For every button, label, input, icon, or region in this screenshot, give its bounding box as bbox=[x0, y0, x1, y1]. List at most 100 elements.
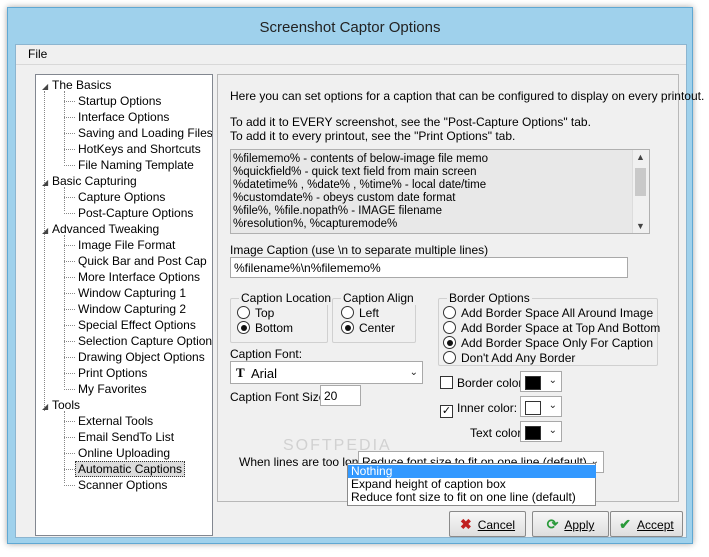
note-post-capture: To add it to EVERY screenshot, see the "… bbox=[230, 115, 591, 129]
tree-item[interactable]: Post-Capture Options bbox=[64, 205, 193, 221]
tree-item[interactable]: Saving and Loading Files bbox=[64, 125, 212, 141]
menu-file[interactable]: File bbox=[28, 47, 47, 61]
tree-item[interactable]: Startup Options bbox=[64, 93, 161, 109]
radio-circle bbox=[443, 306, 456, 319]
window-title: Screenshot Captor Options bbox=[259, 19, 441, 36]
tree-item[interactable]: Quick Bar and Post Cap bbox=[64, 253, 207, 269]
radio-circle bbox=[237, 321, 250, 334]
radio-center[interactable]: Center bbox=[341, 321, 395, 336]
tree-item[interactable]: Image File Format bbox=[64, 237, 175, 253]
radio-border-all-around[interactable]: Add Border Space All Around Image bbox=[443, 306, 653, 321]
scroll-thumb[interactable] bbox=[635, 168, 646, 196]
tree-category[interactable]: ◢ The Basics bbox=[42, 77, 111, 93]
tree-item[interactable]: Scanner Options bbox=[64, 477, 167, 493]
tree-item[interactable]: Window Capturing 1 bbox=[64, 285, 186, 301]
cancel-button[interactable]: ✖ Cancel bbox=[449, 511, 526, 537]
inner-color-swatch bbox=[525, 401, 541, 415]
tree-item[interactable]: Drawing Object Options bbox=[64, 349, 205, 365]
scroll-up-icon[interactable]: ▲ bbox=[636, 152, 645, 162]
refresh-icon: ⟳ bbox=[546, 516, 559, 532]
radio-bottom[interactable]: Bottom bbox=[237, 321, 293, 336]
chevron-down-icon[interactable]: ⌄ bbox=[549, 375, 557, 386]
collapse-arrow-icon[interactable]: ◢ bbox=[42, 79, 52, 95]
caption-align-title: Caption Align bbox=[341, 291, 416, 305]
tree-item-selected[interactable]: Automatic Captions bbox=[64, 461, 186, 477]
tree-item[interactable]: Window Capturing 2 bbox=[64, 301, 186, 317]
tree-item[interactable]: Special Effect Options bbox=[64, 317, 196, 333]
caption-font-label: Caption Font: bbox=[230, 347, 303, 361]
chevron-down-icon[interactable]: ⌄ bbox=[410, 367, 418, 378]
collapse-arrow-icon[interactable]: ◢ bbox=[42, 175, 52, 191]
tree-branch-line bbox=[64, 187, 65, 211]
checkbox-box bbox=[440, 376, 453, 389]
scroll-down-icon[interactable]: ▼ bbox=[636, 221, 645, 231]
tree-category[interactable]: ◢ Basic Capturing bbox=[42, 173, 137, 189]
memo-line: %filememo% - contents of below-image fil… bbox=[233, 153, 489, 165]
memo-line: %resolution%, %capturemode% bbox=[233, 218, 398, 230]
memo-scrollbar[interactable]: ▲ ▼ bbox=[632, 150, 649, 233]
radio-circle bbox=[237, 306, 250, 319]
border-options-group: Border Options Add Border Space All Arou… bbox=[438, 291, 660, 366]
menu-bar: File bbox=[16, 45, 686, 65]
checkmark-icon: ✔ bbox=[619, 516, 632, 532]
radio-left[interactable]: Left bbox=[341, 306, 379, 321]
variables-memo[interactable]: %filememo% - contents of below-image fil… bbox=[230, 149, 650, 234]
memo-line: %file%, %file.nopath% - IMAGE filename bbox=[233, 205, 443, 217]
border-color-swatch bbox=[525, 376, 541, 390]
radio-circle bbox=[341, 306, 354, 319]
options-tree[interactable]: ◢ The Basics Startup Options Interface Op… bbox=[35, 74, 213, 536]
tree-item[interactable]: Online Uploading bbox=[64, 445, 170, 461]
radio-circle bbox=[341, 321, 354, 334]
collapse-arrow-icon[interactable]: ◢ bbox=[42, 399, 52, 415]
tree-category[interactable]: ◢ Tools bbox=[42, 397, 80, 413]
tree-item[interactable]: Print Options bbox=[64, 365, 147, 381]
border-color-picker[interactable]: ⌄ bbox=[520, 371, 562, 392]
inner-color-checkbox[interactable]: ✓ Inner color: bbox=[440, 401, 517, 418]
apply-button[interactable]: ⟳ Apply bbox=[532, 511, 609, 537]
memo-line: %quickfield% - quick text field from mai… bbox=[233, 166, 477, 178]
tree-item[interactable]: Selection Capture Options bbox=[64, 333, 212, 349]
note-print: To add it to every printout, see the "Pr… bbox=[230, 129, 516, 143]
lines-too-long-dropdown[interactable]: Nothing Expand height of caption box Red… bbox=[347, 463, 596, 506]
text-color-swatch bbox=[525, 426, 541, 440]
memo-line: %customdate% - obeys custom date format bbox=[233, 192, 456, 204]
tree-branch-line bbox=[64, 235, 65, 387]
text-color-label: Text color: bbox=[470, 426, 525, 440]
radio-circle bbox=[443, 321, 456, 334]
tree-item[interactable]: Capture Options bbox=[64, 189, 165, 205]
tree-item[interactable]: My Favorites bbox=[64, 381, 147, 397]
tree-item[interactable]: More Interface Options bbox=[64, 269, 200, 285]
tree-root-line bbox=[44, 91, 45, 411]
caption-font-select[interactable]: T Arial ⌄ bbox=[230, 361, 423, 384]
truetype-font-icon: T bbox=[236, 365, 245, 380]
border-color-checkbox[interactable]: Border color: bbox=[440, 376, 526, 390]
radio-border-top-bottom[interactable]: Add Border Space at Top And Bottom bbox=[443, 321, 660, 336]
tree-item[interactable]: External Tools bbox=[64, 413, 153, 429]
radio-no-border[interactable]: Don't Add Any Border bbox=[443, 351, 575, 366]
caption-location-group: Caption Location Top Bottom bbox=[230, 291, 334, 343]
watermark: SOFTPEDIA bbox=[283, 437, 392, 454]
image-caption-input[interactable]: %filename%\n%filememo% bbox=[230, 257, 628, 278]
inner-color-picker[interactable]: ⌄ bbox=[520, 396, 562, 417]
chevron-down-icon[interactable]: ⌄ bbox=[549, 425, 557, 436]
checkmark-icon: ✓ bbox=[440, 405, 453, 418]
memo-line: %datetime% , %date% , %time% - local dat… bbox=[233, 179, 487, 191]
radio-border-caption-only[interactable]: Add Border Space Only For Caption bbox=[443, 336, 653, 351]
tree-item[interactable]: HotKeys and Shortcuts bbox=[64, 141, 201, 157]
border-options-title: Border Options bbox=[447, 291, 532, 305]
dropdown-option[interactable]: Reduce font size to fit on one line (def… bbox=[348, 491, 596, 504]
caption-location-title: Caption Location bbox=[239, 291, 334, 305]
text-color-picker[interactable]: ⌄ bbox=[520, 421, 562, 442]
caption-font-value: Arial bbox=[251, 366, 278, 381]
caption-font-size-label: Caption Font Size bbox=[230, 390, 326, 404]
accept-button[interactable]: ✔ Accept bbox=[610, 511, 683, 537]
tree-item[interactable]: File Naming Template bbox=[64, 157, 194, 173]
tree-item[interactable]: Interface Options bbox=[64, 109, 169, 125]
chevron-down-icon[interactable]: ⌄ bbox=[549, 400, 557, 411]
collapse-arrow-icon[interactable]: ◢ bbox=[42, 223, 52, 239]
caption-font-size-input[interactable]: 20 bbox=[320, 385, 361, 406]
tree-category[interactable]: ◢ Advanced Tweaking bbox=[42, 221, 159, 237]
radio-top[interactable]: Top bbox=[237, 306, 274, 321]
image-caption-label: Image Caption (use \n to separate multip… bbox=[230, 243, 489, 257]
tree-item[interactable]: Email SendTo List bbox=[64, 429, 174, 445]
